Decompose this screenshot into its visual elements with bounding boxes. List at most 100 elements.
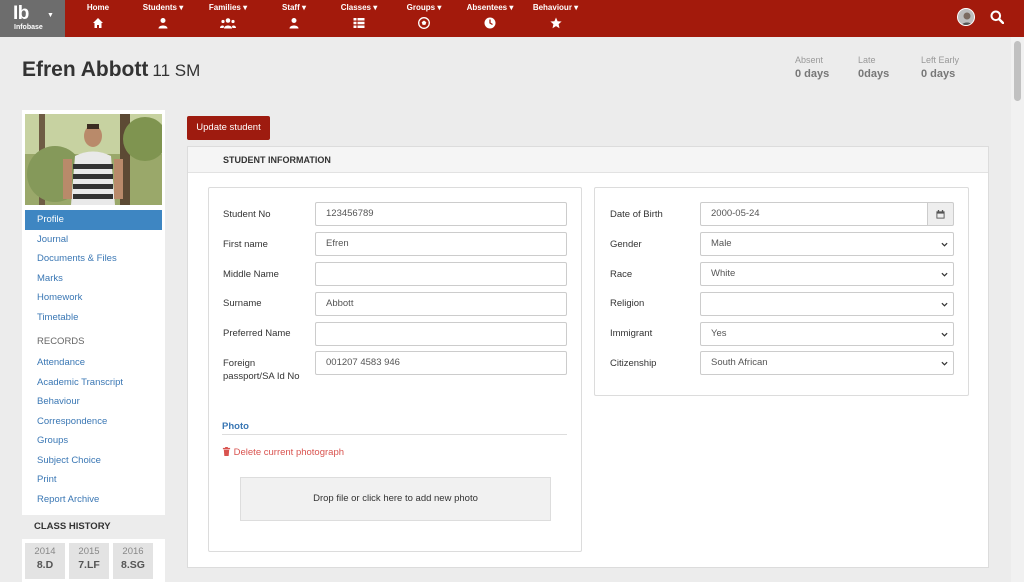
surname-input[interactable]: Abbott [315, 292, 567, 316]
first-name-input[interactable]: Efren [315, 232, 567, 256]
sidebar-item-subject-choice[interactable]: Subject Choice [25, 451, 162, 471]
first-name-label: First name [223, 239, 268, 250]
stat-late: Late 0days [858, 55, 889, 80]
photo-section-heading: Photo [222, 421, 567, 435]
page-scrollbar[interactable] [1011, 37, 1024, 582]
stat-absent-label: Absent [795, 55, 824, 65]
immigrant-value: Yes [711, 328, 727, 339]
chevron-down-icon [941, 361, 948, 366]
avatar-person-icon [958, 9, 974, 25]
sidebar-item-homework[interactable]: Homework [25, 288, 162, 308]
brand-name: Infobase [14, 24, 43, 31]
religion-select[interactable] [700, 292, 954, 316]
page-title: Efren Abbott 11 SM [22, 58, 200, 82]
sidebar-item-groups[interactable]: Groups [25, 431, 162, 451]
brand-caret-icon: ▼ [47, 12, 54, 19]
sidebar-item-report-archive[interactable]: Report Archive [25, 490, 162, 510]
nav-home[interactable]: Home [85, 3, 111, 35]
chevron-down-icon [941, 302, 948, 307]
religion-label: Religion [610, 298, 645, 309]
gender-value: Male [711, 238, 732, 249]
nav-students-label: Students ▾ [142, 3, 184, 12]
race-value: White [711, 268, 736, 279]
nav-students[interactable]: Students ▾ [139, 3, 187, 35]
sidebar-item-profile[interactable]: Profile [25, 210, 162, 230]
sidebar-item-journal[interactable]: Journal [25, 230, 162, 250]
soccer-ball-icon [418, 17, 430, 29]
class-history-year: 2016 [122, 546, 144, 557]
sidebar-item-academic-transcript[interactable]: Academic Transcript [25, 373, 162, 393]
student-no-label: Student No [223, 209, 271, 220]
delete-photo-label: Delete current photograph [233, 447, 345, 458]
nav-staff[interactable]: Staff ▾ [279, 3, 309, 35]
star-icon [549, 17, 562, 29]
panel-title: STUDENT INFORMATION [223, 155, 331, 165]
id-number-label: Foreign passport/SA Id No [223, 358, 300, 382]
class-history-item[interactable]: 2015 7.LF [69, 543, 109, 579]
class-history-heading: CLASS HISTORY [22, 515, 165, 539]
sidebar-item-attendance[interactable]: Attendance [25, 353, 162, 373]
sidebar-item-marks[interactable]: Marks [25, 269, 162, 289]
sidebar-item-behaviour[interactable]: Behaviour [25, 392, 162, 412]
student-class: 11 SM [152, 61, 201, 80]
class-history-class: 8.D [36, 559, 54, 571]
update-student-button[interactable]: Update student [187, 116, 270, 140]
home-icon [92, 17, 104, 29]
citizenship-label: Citizenship [610, 358, 657, 369]
race-select[interactable]: White [700, 262, 954, 286]
nav-absentees[interactable]: Absentees ▾ [462, 3, 518, 35]
immigrant-label: Immigrant [610, 328, 653, 339]
preferred-name-input[interactable] [315, 322, 567, 346]
nav-families[interactable]: Families ▾ [204, 3, 252, 35]
users-icon [220, 17, 236, 29]
nav-classes[interactable]: Classes ▾ [336, 3, 382, 35]
student-no-input[interactable]: 123456789 [315, 202, 567, 226]
user-avatar[interactable] [957, 8, 975, 26]
clock-icon [484, 17, 496, 29]
panel-header: STUDENT INFORMATION [188, 147, 988, 173]
scrollbar-thumb[interactable] [1014, 41, 1021, 101]
stat-left-early-label: Left Early [921, 55, 960, 65]
race-label: Race [610, 269, 633, 280]
nav-groups[interactable]: Groups ▾ [403, 3, 445, 35]
stat-late-label: Late [858, 55, 876, 65]
immigrant-select[interactable]: Yes [700, 322, 954, 346]
list-icon [353, 17, 365, 29]
student-photo [25, 114, 162, 205]
sidebar-item-correspondence[interactable]: Correspondence [25, 412, 162, 432]
stat-absent: Absent 0 days [795, 55, 829, 80]
photo-dropzone[interactable]: Drop file or click here to add new photo [240, 477, 551, 521]
brand-logo[interactable]: Ib ▼ Infobase [0, 0, 65, 37]
class-history-class: 7.LF [78, 559, 100, 571]
class-history-year: 2014 [34, 546, 56, 557]
nav-home-label: Home [86, 3, 110, 12]
user-icon [288, 17, 300, 29]
surname-label: Surname [223, 298, 262, 309]
id-number-input[interactable]: 001207 4583 946 [315, 351, 567, 375]
middle-name-input[interactable] [315, 262, 567, 286]
class-history-item[interactable]: 2014 8.D [25, 543, 65, 579]
delete-photo-link[interactable]: Delete current photograph [222, 447, 344, 458]
sidebar-item-print[interactable]: Print [25, 470, 162, 490]
calendar-button[interactable] [928, 202, 954, 226]
records-heading: RECORDS [37, 336, 85, 347]
nav-absentees-label: Absentees ▾ [466, 3, 514, 12]
search-icon[interactable] [990, 10, 1005, 25]
class-history-item[interactable]: 2016 8.SG [113, 543, 153, 579]
stat-left-early: Left Early 0 days [921, 55, 959, 80]
sidebar-item-documents[interactable]: Documents & Files [25, 249, 162, 269]
citizenship-select[interactable]: South African [700, 351, 954, 375]
dob-label: Date of Birth [610, 209, 663, 220]
stat-left-early-value: 0 days [921, 68, 956, 80]
stat-absent-value: 0 days [795, 68, 830, 80]
sidebar-item-timetable[interactable]: Timetable [25, 308, 162, 328]
user-icon [157, 17, 169, 29]
nav-classes-label: Classes ▾ [340, 3, 378, 12]
top-navbar: Ib ▼ Infobase Home Students ▾ Families ▾… [0, 0, 1024, 37]
brand-logo-text: Ib [13, 3, 29, 24]
nav-behaviour[interactable]: Behaviour ▾ [529, 3, 582, 35]
trash-icon [222, 447, 231, 456]
gender-label: Gender [610, 239, 642, 250]
dob-input[interactable]: 2000-05-24 [700, 202, 928, 226]
gender-select[interactable]: Male [700, 232, 954, 256]
